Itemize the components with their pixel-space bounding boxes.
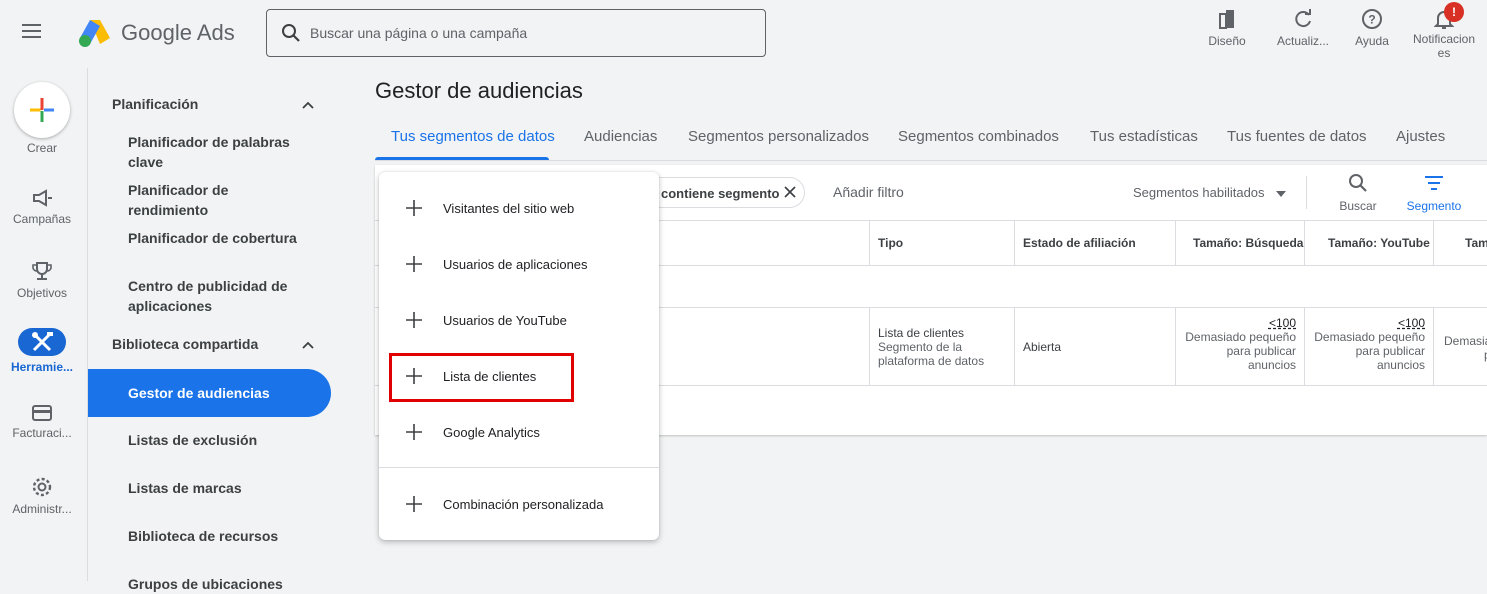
column-divider [1014, 308, 1015, 385]
refresh-icon [1295, 9, 1311, 28]
menu-divider [379, 467, 659, 468]
plus-icon [406, 496, 422, 512]
rail-item-admin[interactable]: Administr... [0, 476, 84, 516]
search-icon [282, 24, 300, 42]
sidebar-item-app-advertising-hub[interactable]: Centro de publicidad de aplicaciones [128, 276, 308, 316]
main-menu-icon[interactable] [22, 24, 62, 44]
help-icon: ? [1362, 9, 1382, 29]
add-filter-button[interactable]: Añadir filtro [833, 184, 904, 200]
sidebar: Planificación Planificador de palabras c… [87, 68, 347, 592]
page-title: Gestor de audiencias [375, 78, 583, 103]
tab-settings[interactable]: Ajustes [1396, 128, 1445, 145]
create-button[interactable] [14, 82, 70, 138]
segment-tool-button[interactable]: Segmento [1402, 173, 1466, 213]
sidebar-item-audience-manager[interactable]: Gestor de audiencias [88, 369, 331, 417]
tab-divider [375, 160, 1487, 161]
plus-icon [406, 256, 422, 272]
sidebar-item-placement-groups[interactable]: Grupos de ubicaciones [128, 574, 308, 594]
filter-chip[interactable]: contiene segmento [643, 177, 805, 208]
chevron-up-icon[interactable] [302, 341, 314, 349]
menu-item-website-visitors[interactable]: Visitantes del sitio web [379, 188, 659, 228]
rail-item-goals[interactable]: Objetivos [0, 260, 84, 300]
column-divider [1304, 308, 1305, 385]
tab-audiences[interactable]: Audiencias [584, 128, 657, 145]
rail-item-billing[interactable]: Facturaci... [0, 404, 84, 440]
tab-custom-segments[interactable]: Segmentos personalizados [688, 128, 869, 145]
google-ads-logo [79, 20, 110, 47]
notification-badge: ! [1444, 2, 1464, 22]
table-row-search-size: <100 Demasiado pequeño para publicar anu… [1185, 316, 1296, 372]
table-row-type: Lista de clientes Segmento de la platafo… [878, 326, 985, 368]
chevron-up-icon[interactable] [302, 101, 314, 109]
sidebar-item-asset-library[interactable]: Biblioteca de recursos [128, 526, 308, 546]
appearance-icon [1219, 10, 1234, 29]
column-header-type[interactable]: Tipo [878, 236, 903, 250]
close-icon[interactable] [784, 186, 796, 198]
megaphone-icon [33, 189, 52, 207]
table-row-status: Abierta [1023, 340, 1062, 354]
trophy-icon [32, 262, 52, 280]
menu-item-app-users[interactable]: Usuarios de aplicaciones [379, 244, 659, 284]
column-divider [869, 308, 870, 385]
credit-card-icon [32, 405, 52, 421]
rail-item-campaigns[interactable]: Campañas [0, 188, 84, 226]
sidebar-item-performance-planner[interactable]: Planificador de rendimiento [128, 180, 308, 220]
menu-item-youtube-users[interactable]: Usuarios de YouTube [379, 300, 659, 340]
column-header-truncated[interactable]: Tam [1465, 236, 1487, 250]
search-placeholder: Buscar una página o una campaña [310, 25, 528, 41]
sidebar-item-brand-lists[interactable]: Listas de marcas [128, 478, 308, 498]
tab-your-data-sources[interactable]: Tus fuentes de datos [1227, 128, 1367, 145]
menu-item-custom-combination[interactable]: Combinación personalizada [379, 484, 659, 524]
top-bar: Google Ads Buscar una página o una campa… [0, 0, 1487, 68]
column-header-youtube-size[interactable]: Tamaño: YouTube [1328, 236, 1430, 250]
gear-icon [32, 477, 52, 497]
toolbar-divider [1306, 176, 1307, 209]
appearance-button[interactable]: Diseño [1202, 8, 1252, 48]
sidebar-item-keyword-planner[interactable]: Planificador de palabras clave [128, 132, 308, 172]
column-divider [1433, 221, 1434, 265]
table-row-truncated-cell: Demasia p [1444, 334, 1487, 362]
rail-item-tools[interactable] [18, 328, 66, 356]
tab-combined-segments[interactable]: Segmentos combinados [898, 128, 1059, 145]
caret-down-icon [1276, 190, 1287, 197]
plus-icon [406, 200, 422, 216]
filter-lines-icon [1425, 176, 1443, 190]
menu-item-google-analytics[interactable]: Google Analytics [379, 412, 659, 452]
table-row-youtube-size: <100 Demasiado pequeño para publicar anu… [1314, 316, 1425, 372]
help-button[interactable]: ? Ayuda [1350, 8, 1394, 48]
rail-tools-label: Herramie... [10, 360, 74, 374]
search-tool-button[interactable]: Buscar [1334, 173, 1382, 213]
column-header-membership-status[interactable]: Estado de afiliación [1023, 236, 1136, 250]
sidebar-item-reach-planner[interactable]: Planificador de cobertura [128, 228, 308, 248]
refresh-button[interactable]: Actualiz... [1272, 8, 1334, 48]
plus-icon [406, 312, 422, 328]
customer-list-highlight-box [389, 353, 574, 402]
column-divider [1433, 308, 1434, 385]
tab-your-data-segments[interactable]: Tus segmentos de datos [391, 128, 555, 145]
tools-icon [32, 332, 53, 352]
column-divider [1014, 221, 1015, 265]
sidebar-section-shared-library[interactable]: Biblioteca compartida [112, 336, 258, 352]
column-divider [869, 221, 870, 265]
plus-icon [30, 98, 54, 122]
segment-status-select[interactable]: Segmentos habilitados [1133, 185, 1287, 200]
svg-text:?: ? [1368, 13, 1375, 27]
column-divider [1304, 221, 1305, 265]
search-icon [1349, 174, 1367, 192]
sidebar-item-exclusion-lists[interactable]: Listas de exclusión [128, 430, 308, 450]
plus-icon [406, 424, 422, 440]
column-header-search-size[interactable]: Tamaño: Búsqueda [1193, 236, 1303, 250]
search-input[interactable]: Buscar una página o una campaña [266, 9, 766, 57]
sidebar-section-planning[interactable]: Planificación [112, 96, 198, 112]
column-divider [1175, 221, 1176, 265]
tab-your-insights[interactable]: Tus estadísticas [1090, 128, 1198, 145]
brand-name: Google Ads [121, 20, 235, 45]
active-tab-indicator [375, 157, 549, 160]
create-label: Crear [26, 141, 57, 155]
column-divider [1175, 308, 1176, 385]
